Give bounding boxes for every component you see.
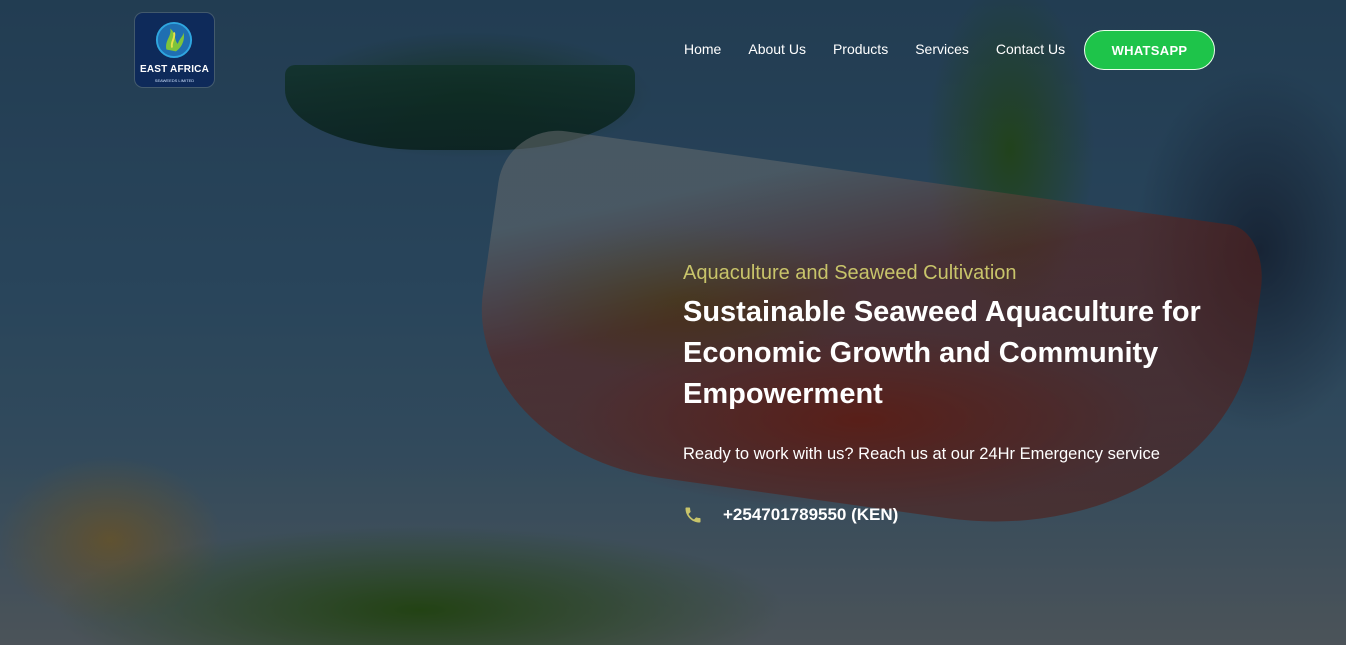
site-header: EAST AFRICA SEAWEEDS LIMITED Home About … [0, 0, 1346, 100]
phone-contact[interactable]: +254701789550 (KEN) [683, 504, 1283, 526]
nav-products[interactable]: Products [833, 40, 888, 58]
seaweed-emblem-icon [155, 21, 193, 59]
nav-about-us[interactable]: About Us [748, 40, 806, 58]
hero-content: Aquaculture and Seaweed Cultivation Sust… [683, 260, 1283, 526]
logo-text: EAST AFRICA [139, 64, 210, 75]
nav-home[interactable]: Home [684, 40, 721, 58]
hero-kicker: Aquaculture and Seaweed Cultivation [683, 262, 1017, 284]
logo-subtext: SEAWEEDS LIMITED [154, 78, 195, 83]
whatsapp-button[interactable]: WHATSAPP [1084, 30, 1215, 70]
nav-services[interactable]: Services [915, 40, 969, 58]
nav-contact-us[interactable]: Contact Us [996, 40, 1065, 58]
main-nav: Home About Us Products Services Contact … [684, 40, 1092, 58]
phone-icon [685, 507, 701, 523]
phone-number[interactable]: +254701789550 (KEN) [723, 504, 898, 526]
hero-headline: Sustainable Seaweed Aquaculture for Econ… [683, 296, 1201, 410]
hero-lead-text: Ready to work with us? Reach us at our 2… [683, 445, 1160, 463]
brand-logo[interactable]: EAST AFRICA SEAWEEDS LIMITED [135, 13, 214, 87]
